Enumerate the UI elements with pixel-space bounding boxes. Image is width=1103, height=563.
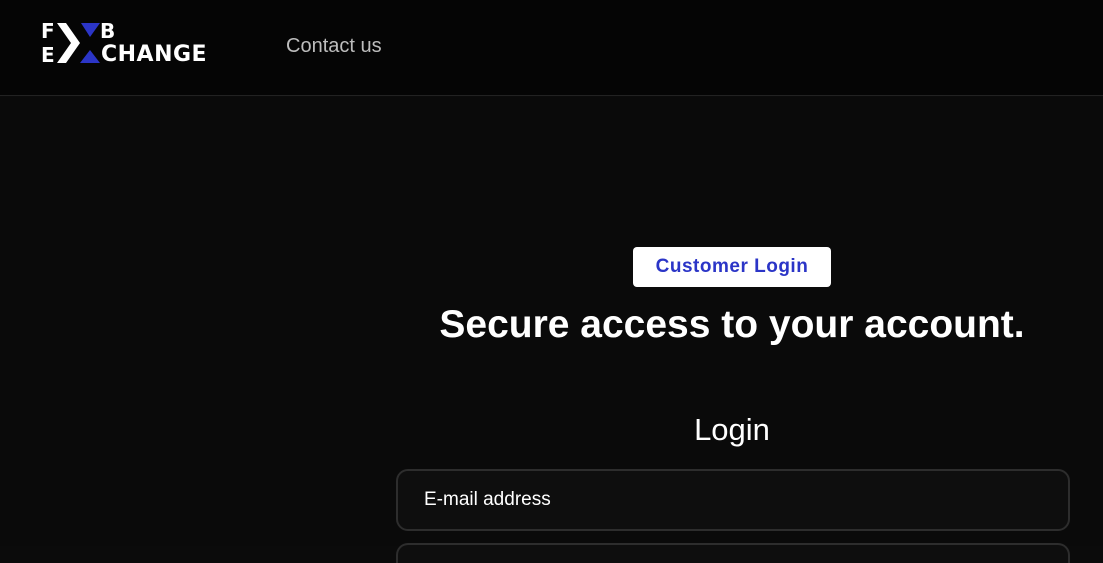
nav-contact-us-link[interactable]: Contact us (286, 35, 382, 58)
top-header: F E B CHANGE Contact us (0, 0, 1103, 96)
logo-letter-e: E (41, 43, 55, 67)
customer-login-badge: Customer Login (633, 247, 831, 287)
logo-letter-f: F (41, 19, 55, 43)
logo-letter-b: B (100, 19, 116, 43)
fxb-exchange-logo[interactable]: F E B CHANGE (40, 20, 215, 66)
page-headline: Secure access to your account. (439, 303, 1025, 346)
login-form-title: Login (694, 412, 770, 447)
logo-word-change: CHANGE (101, 42, 208, 67)
email-field-container[interactable] (396, 469, 1070, 531)
email-field[interactable] (422, 488, 1026, 512)
logo-x-mark-icon (57, 23, 100, 63)
password-field-container[interactable] (396, 543, 1070, 563)
